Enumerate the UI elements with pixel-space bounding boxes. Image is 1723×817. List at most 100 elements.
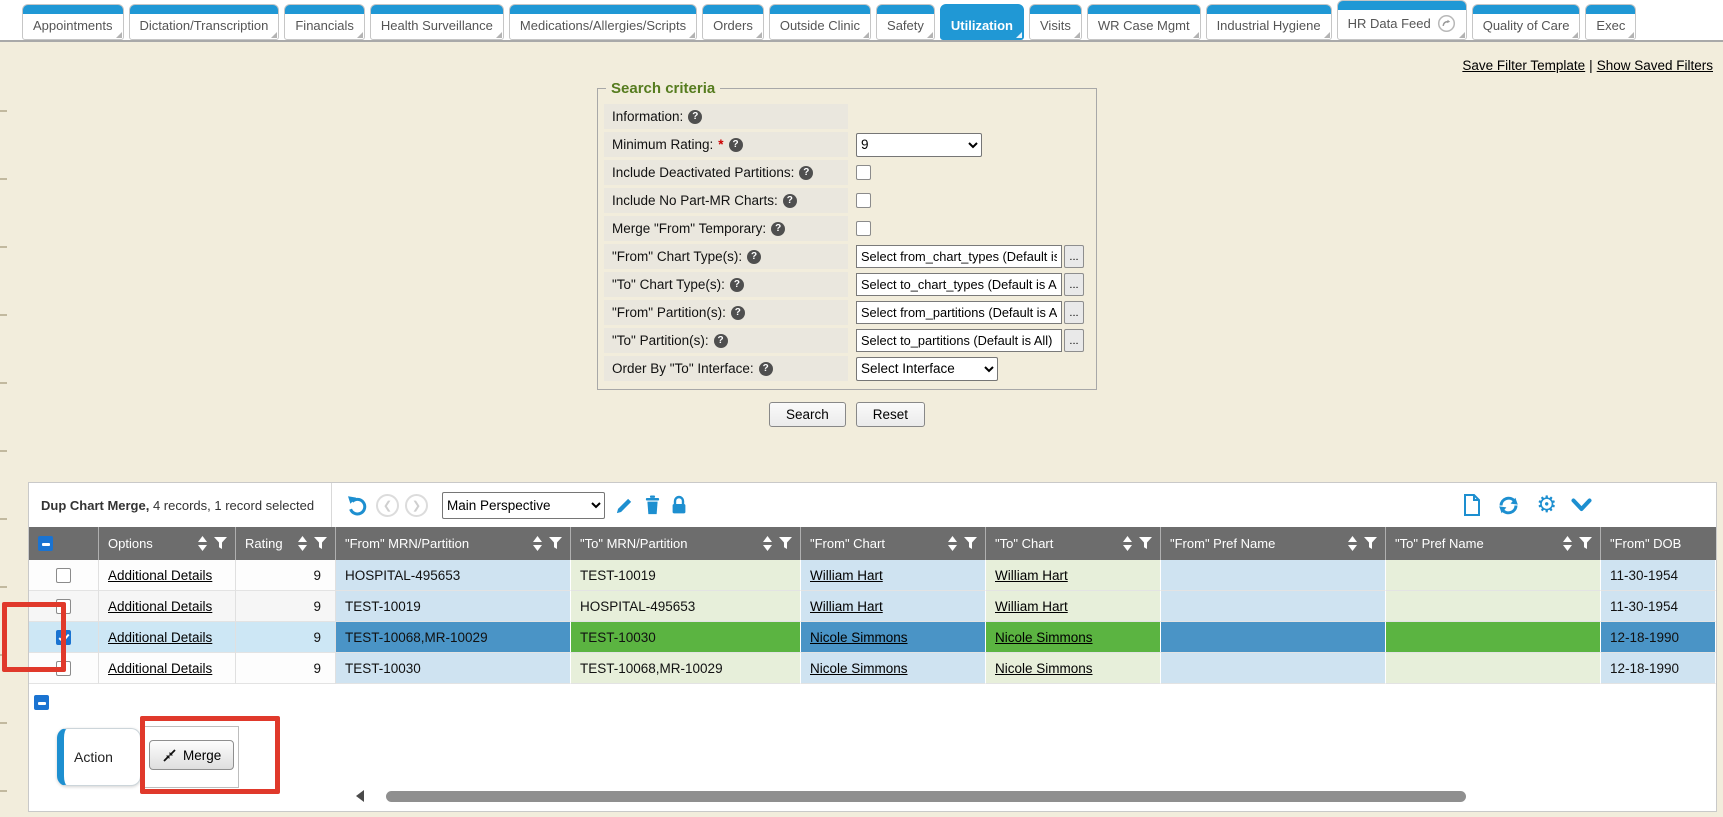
tab-safety[interactable]: Safety	[876, 4, 935, 40]
tab-visits[interactable]: Visits	[1029, 4, 1082, 40]
help-icon[interactable]: ?	[747, 250, 761, 264]
from-chart-types-browse-button[interactable]: ...	[1064, 245, 1084, 268]
tab-medications-allergies-scripts[interactable]: Medications/Allergies/Scripts	[509, 4, 697, 40]
column-header-to-mrn-partition[interactable]: "To" MRN/Partition	[571, 527, 801, 560]
tab-outside-clinic[interactable]: Outside Clinic	[769, 4, 871, 40]
collapse-selection-toggle[interactable]	[34, 695, 49, 715]
filter-funnel-icon[interactable]	[964, 537, 977, 550]
row-checkbox[interactable]	[56, 568, 71, 583]
filter-funnel-icon[interactable]	[314, 537, 327, 550]
help-icon[interactable]: ?	[783, 194, 797, 208]
column-header-to-chart[interactable]: "To" Chart	[986, 527, 1161, 560]
scrollbar-thumb[interactable]	[386, 791, 1466, 802]
to-partitions-input[interactable]	[856, 329, 1062, 352]
lock-icon[interactable]	[671, 495, 687, 515]
scroll-left-icon[interactable]	[356, 790, 364, 802]
action-tab[interactable]: Action	[57, 728, 141, 786]
tab-orders[interactable]: Orders	[702, 4, 764, 40]
help-icon[interactable]: ?	[771, 222, 785, 236]
help-icon[interactable]: ?	[714, 334, 728, 348]
minimum-rating-select[interactable]: 9	[856, 133, 982, 157]
order-by-interface-select[interactable]: Select Interface	[856, 357, 998, 381]
to-chart-types-input[interactable]	[856, 273, 1062, 296]
column-header-from-dob[interactable]: "From" DOB	[1601, 527, 1716, 560]
back-icon[interactable]: ❮	[376, 494, 399, 517]
save-filter-template-link[interactable]: Save Filter Template	[1462, 58, 1585, 73]
column-header-to-pref-name[interactable]: "To" Pref Name	[1386, 527, 1601, 560]
tab-financials[interactable]: Financials	[284, 4, 365, 40]
filter-funnel-icon[interactable]	[1139, 537, 1152, 550]
edit-pencil-icon[interactable]	[615, 496, 634, 515]
sort-icon[interactable]	[947, 536, 958, 551]
filter-funnel-icon[interactable]	[214, 537, 227, 550]
reset-button[interactable]: Reset	[856, 402, 925, 427]
tab-health-surveillance[interactable]: Health Surveillance	[370, 4, 504, 40]
sort-icon[interactable]	[762, 536, 773, 551]
column-header-from-mrn-partition[interactable]: "From" MRN/Partition	[336, 527, 571, 560]
tab-dictation-transcription[interactable]: Dictation/Transcription	[129, 4, 280, 40]
merge-from-temporary-checkbox[interactable]	[856, 221, 871, 236]
forward-icon[interactable]: ❯	[405, 494, 428, 517]
to-chart-types-browse-button[interactable]: ...	[1064, 273, 1084, 296]
to-chart-link[interactable]: Nicole Simmons	[995, 661, 1093, 676]
include-no-part-mr-charts-checkbox[interactable]	[856, 193, 871, 208]
delete-trash-icon[interactable]	[644, 495, 661, 515]
to-chart-link[interactable]: Nicole Simmons	[995, 630, 1093, 645]
column-header-from-pref-name[interactable]: "From" Pref Name	[1161, 527, 1386, 560]
column-header-rating[interactable]: Rating	[236, 527, 336, 560]
from-chart-types-input[interactable]	[856, 245, 1062, 268]
filter-funnel-icon[interactable]	[779, 537, 792, 550]
column-header-options[interactable]: Options	[99, 527, 236, 560]
collapse-chevron-icon[interactable]	[1571, 498, 1592, 512]
sort-icon[interactable]	[297, 536, 308, 551]
sort-icon[interactable]	[1562, 536, 1573, 551]
help-icon[interactable]: ?	[731, 306, 745, 320]
filter-funnel-icon[interactable]	[1364, 537, 1377, 550]
sort-icon[interactable]	[197, 536, 208, 551]
tab-hr-data-feed[interactable]: HR Data Feed	[1337, 0, 1467, 40]
to-chart-link[interactable]: William Hart	[995, 568, 1068, 583]
tab-appointments[interactable]: Appointments	[22, 4, 124, 40]
help-icon[interactable]: ?	[759, 362, 773, 376]
undo-icon[interactable]	[346, 493, 370, 517]
additional-details-link[interactable]: Additional Details	[108, 568, 212, 583]
help-icon[interactable]: ?	[730, 278, 744, 292]
help-icon[interactable]: ?	[688, 110, 702, 124]
filter-funnel-icon[interactable]	[549, 537, 562, 550]
additional-details-link[interactable]: Additional Details	[108, 661, 212, 676]
row-checkbox-checked[interactable]	[56, 630, 71, 645]
show-saved-filters-link[interactable]: Show Saved Filters	[1597, 58, 1713, 73]
help-icon[interactable]: ?	[729, 138, 743, 152]
search-button[interactable]: Search	[769, 402, 846, 427]
column-header-from-chart[interactable]: "From" Chart	[801, 527, 986, 560]
from-partitions-browse-button[interactable]: ...	[1064, 301, 1084, 324]
sort-icon[interactable]	[532, 536, 543, 551]
horizontal-scrollbar[interactable]	[356, 789, 1710, 803]
filter-funnel-icon[interactable]	[1579, 537, 1592, 550]
perspective-select[interactable]: Main Perspective	[442, 492, 605, 519]
new-record-document-icon[interactable]	[1463, 494, 1481, 516]
tab-utilization[interactable]: Utilization	[940, 4, 1024, 40]
from-chart-link[interactable]: Nicole Simmons	[810, 630, 908, 645]
help-icon[interactable]: ?	[799, 166, 813, 180]
merge-button[interactable]: Merge	[149, 740, 234, 770]
row-checkbox[interactable]	[56, 661, 71, 676]
tab-exec[interactable]: Exec	[1585, 4, 1636, 40]
include-deactivated-partitions-checkbox[interactable]	[856, 165, 871, 180]
tab-industrial-hygiene[interactable]: Industrial Hygiene	[1206, 4, 1332, 40]
refresh-icon[interactable]	[1497, 494, 1520, 517]
tab-quality-of-care[interactable]: Quality of Care	[1472, 4, 1581, 40]
sort-icon[interactable]	[1347, 536, 1358, 551]
from-partitions-input[interactable]	[856, 301, 1062, 324]
sort-icon[interactable]	[1122, 536, 1133, 551]
tab-wr-case-mgmt[interactable]: WR Case Mgmt	[1087, 4, 1201, 40]
additional-details-link[interactable]: Additional Details	[108, 630, 212, 645]
row-checkbox[interactable]	[56, 599, 71, 614]
additional-details-link[interactable]: Additional Details	[108, 599, 212, 614]
from-chart-link[interactable]: Nicole Simmons	[810, 661, 908, 676]
from-chart-link[interactable]: William Hart	[810, 599, 883, 614]
from-chart-link[interactable]: William Hart	[810, 568, 883, 583]
to-partitions-browse-button[interactable]: ...	[1064, 329, 1084, 352]
to-chart-link[interactable]: William Hart	[995, 599, 1068, 614]
select-all-checkbox[interactable]	[38, 536, 53, 551]
